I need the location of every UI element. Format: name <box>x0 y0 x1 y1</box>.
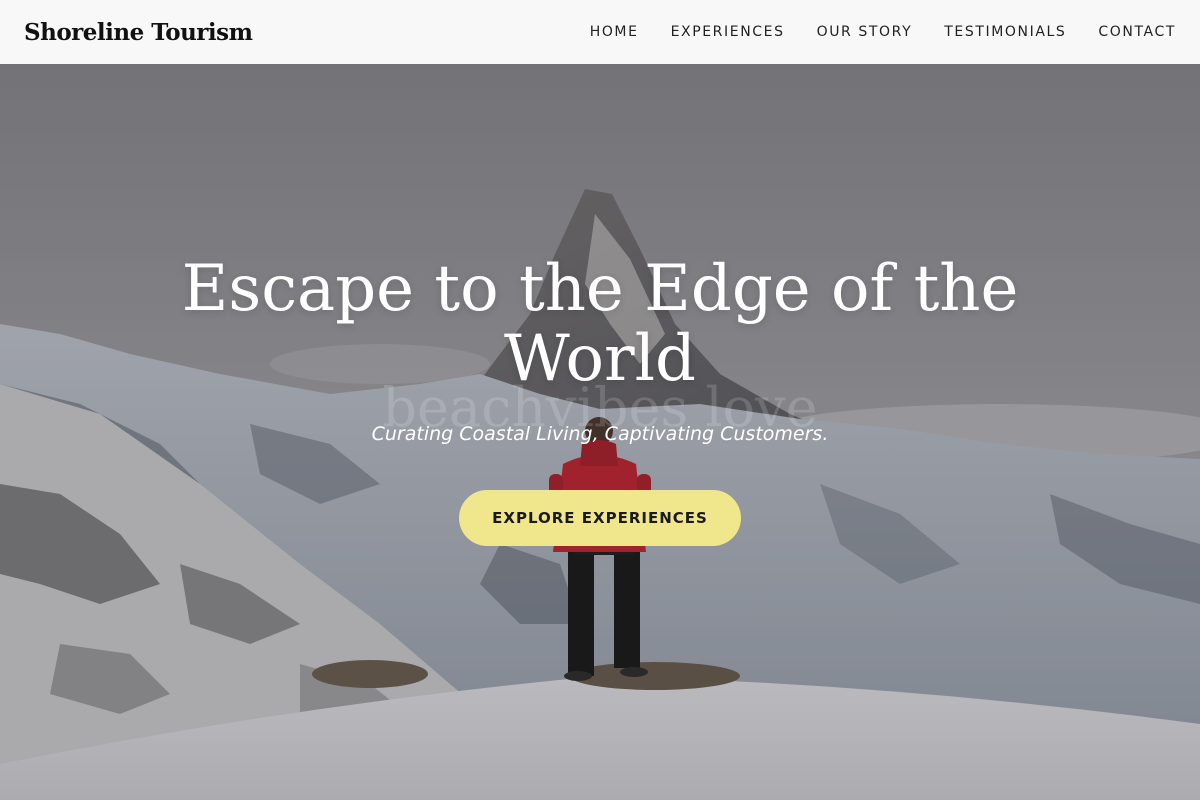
site-logo[interactable]: Shoreline Tourism <box>24 19 253 46</box>
page: Shoreline Tourism HOME EXPERIENCES OUR S… <box>0 0 1200 800</box>
site-header: Shoreline Tourism HOME EXPERIENCES OUR S… <box>0 0 1200 64</box>
nav-link-home[interactable]: HOME <box>590 24 639 40</box>
nav-link-testimonials[interactable]: TESTIMONIALS <box>944 24 1066 40</box>
main-nav: HOME EXPERIENCES OUR STORY TESTIMONIALS … <box>558 24 1176 40</box>
explore-experiences-button[interactable]: EXPLORE EXPERIENCES <box>459 490 741 546</box>
nav-link-experiences[interactable]: EXPERIENCES <box>671 24 785 40</box>
nav-link-contact[interactable]: CONTACT <box>1098 24 1176 40</box>
hero-section: Escape to the Edge of the World beachvib… <box>0 64 1200 800</box>
hero-title: Escape to the Edge of the World <box>181 252 1019 396</box>
hero-content: Escape to the Edge of the World beachvib… <box>0 64 1200 800</box>
nav-link-our-story[interactable]: OUR STORY <box>817 24 913 40</box>
hero-tagline: Curating Coastal Living, Captivating Cus… <box>371 423 829 445</box>
